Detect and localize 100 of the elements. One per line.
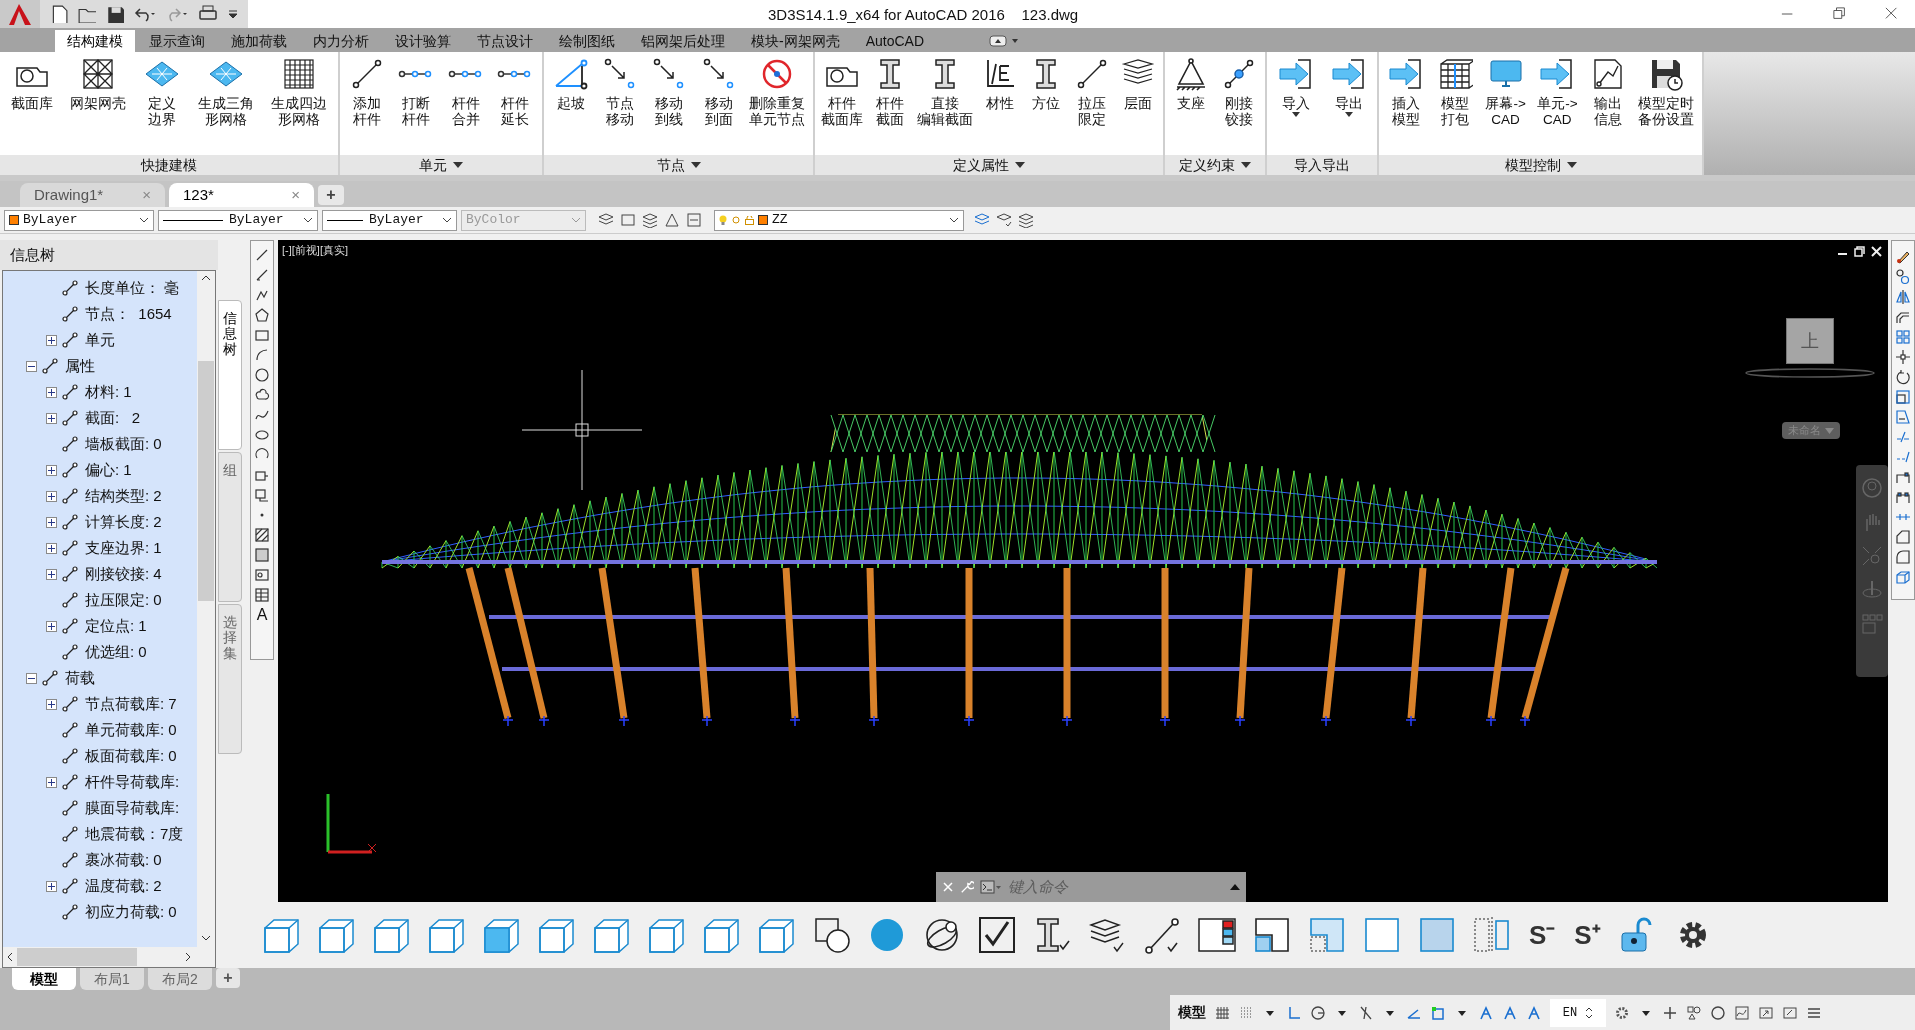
checkbox-icon[interactable] [977, 915, 1017, 955]
gradient-icon[interactable] [254, 547, 270, 563]
color-dropdown[interactable]: ByLayer [4, 209, 154, 231]
ribbon-button[interactable]: 定义 边界 [141, 56, 182, 128]
cloud-icon[interactable] [254, 387, 270, 403]
tree-item[interactable]: 截面: 2 [85, 406, 140, 430]
chevron-down-icon[interactable] [949, 217, 959, 223]
chevron-down-icon[interactable] [442, 217, 452, 223]
expander-toggle[interactable] [45, 464, 57, 476]
ribbon-tab[interactable]: 设计验算 [383, 30, 463, 52]
expander-toggle[interactable] [45, 698, 57, 710]
close-icon[interactable] [1885, 7, 1899, 21]
tree-item[interactable]: 优选组: 0 [85, 640, 147, 664]
ribbon-button[interactable]: 插入 模型 [1385, 56, 1426, 128]
ribbon-button[interactable]: 屏幕-> CAD [1484, 56, 1527, 128]
square-icon[interactable] [1417, 915, 1457, 955]
ribbon-button[interactable]: 拉压 限定 [1072, 56, 1112, 128]
ribbon-button[interactable]: 层面 [1118, 56, 1158, 112]
arc-icon[interactable] [254, 347, 270, 363]
layer-icon[interactable] [996, 212, 1012, 228]
save-icon[interactable] [106, 5, 124, 23]
isolate-icon[interactable] [1686, 1004, 1702, 1021]
print-icon[interactable] [198, 5, 218, 23]
ribbon-button[interactable]: 直接 编辑截面 [916, 56, 974, 128]
expander-toggle[interactable] [45, 334, 57, 346]
close-icon[interactable] [1871, 246, 1882, 257]
ribbon-button[interactable]: 杆件 延长 [495, 56, 536, 128]
chamfer-icon[interactable] [1895, 529, 1911, 545]
ribbon-tab[interactable]: 铝网架后处理 [629, 30, 737, 52]
document-tab[interactable]: Drawing1* × [20, 183, 165, 207]
circle-square-icon[interactable] [812, 915, 852, 955]
tree-item[interactable]: 地震荷载：7度 [85, 822, 184, 846]
tree-item[interactable]: 杆件导荷载库: [85, 770, 180, 794]
layout-tab[interactable]: 布局2 [148, 968, 212, 990]
expander-toggle[interactable] [45, 542, 57, 554]
stretch-icon[interactable] [1895, 409, 1911, 425]
ribbon-tab[interactable]: 内力分析 [301, 30, 381, 52]
tree-item[interactable]: 板面荷载库: 0 [85, 744, 177, 768]
panel-title-bar[interactable]: 快捷建模 [0, 155, 338, 175]
tree-item[interactable]: 初应力荷载: 0 [85, 900, 177, 924]
fullscreen-icon[interactable] [1782, 1004, 1798, 1021]
tree-item[interactable]: 刚接铰接: 4 [85, 562, 162, 586]
move-icon[interactable] [1895, 349, 1911, 365]
new-tab-button[interactable]: + [318, 185, 344, 205]
ribbon-button[interactable]: 起坡 [550, 56, 591, 112]
language-field[interactable]: EN [1550, 998, 1606, 1027]
caret-icon[interactable] [1015, 161, 1025, 169]
lineweight-dropdown[interactable]: ByLayer [322, 209, 457, 231]
tree-item[interactable]: 材料: 1 [85, 380, 132, 404]
polar-icon[interactable] [1310, 1004, 1326, 1021]
ribbon-button[interactable]: 模型定时 备份设置 [1637, 56, 1696, 128]
wrench-icon[interactable] [960, 880, 974, 894]
corner-icon[interactable] [1252, 915, 1292, 955]
extend-icon[interactable] [1895, 449, 1911, 465]
fillet-icon[interactable] [1895, 549, 1911, 565]
expander-toggle[interactable] [45, 386, 57, 398]
panel-title-bar[interactable]: 定义约束 [1165, 155, 1265, 175]
hardware-icon[interactable] [1710, 1004, 1726, 1021]
ribbon-button[interactable]: 导入 [1275, 56, 1316, 118]
layout-tab[interactable]: 布局1 [80, 968, 144, 990]
trim-icon[interactable] [1895, 429, 1911, 445]
ribbon-button[interactable]: 生成四边 形网格 [270, 56, 329, 128]
scale-icon[interactable] [1895, 389, 1911, 405]
annotation-icon[interactable] [1478, 1004, 1494, 1021]
expander-toggle[interactable] [45, 880, 57, 892]
command-prompt-icon[interactable] [980, 880, 1002, 894]
line-icon[interactable] [254, 267, 270, 283]
region-icon[interactable] [254, 567, 270, 583]
ribbon-button[interactable]: 模型 打包 [1435, 56, 1476, 128]
layer-icon[interactable] [1018, 212, 1034, 228]
tree-item[interactable]: 节点荷载库: 7 [85, 692, 177, 716]
layer-icon[interactable] [664, 212, 680, 228]
tree-item[interactable]: 单元 [85, 328, 115, 352]
ribbon-button[interactable]: 移动 到线 [649, 56, 690, 128]
scroll-left-icon[interactable] [7, 952, 13, 962]
block-icon[interactable] [254, 487, 270, 503]
scroll-down-icon[interactable] [201, 935, 211, 941]
document-tab[interactable]: 123* × [169, 183, 314, 207]
ribbon-button[interactable]: 截面库 [9, 56, 54, 112]
lightbulb-icon[interactable] [719, 215, 727, 225]
ribbon-tab[interactable]: 节点设计 [465, 30, 545, 52]
layer-icon[interactable] [642, 212, 658, 228]
horizontal-scrollbar[interactable] [3, 947, 215, 967]
undo-icon[interactable] [134, 5, 156, 23]
segment-icon[interactable] [1142, 915, 1182, 955]
tree-item[interactable]: 膜面导荷载库: [85, 796, 180, 820]
tree-item[interactable]: 单元荷载库: 0 [85, 718, 177, 742]
tree-item[interactable]: 属性 [65, 354, 95, 378]
style-button[interactable]: S⁻ [1527, 920, 1558, 950]
side-tab[interactable]: 组 [218, 452, 242, 602]
ribbon-tab[interactable]: 施加荷载 [219, 30, 299, 52]
layout-tab[interactable]: 模型 [12, 968, 76, 990]
ribbon-button[interactable]: 导出 [1328, 56, 1369, 118]
expander-toggle[interactable] [45, 568, 57, 580]
polygon-icon[interactable] [254, 307, 270, 323]
linetype-dropdown[interactable]: ByLayer [158, 209, 318, 231]
lock-icon[interactable] [745, 215, 754, 225]
tree-item[interactable]: 计算长度: 2 [85, 510, 162, 534]
expander-toggle[interactable] [25, 360, 37, 372]
tree-item[interactable]: 长度单位： 毫 [85, 276, 180, 300]
